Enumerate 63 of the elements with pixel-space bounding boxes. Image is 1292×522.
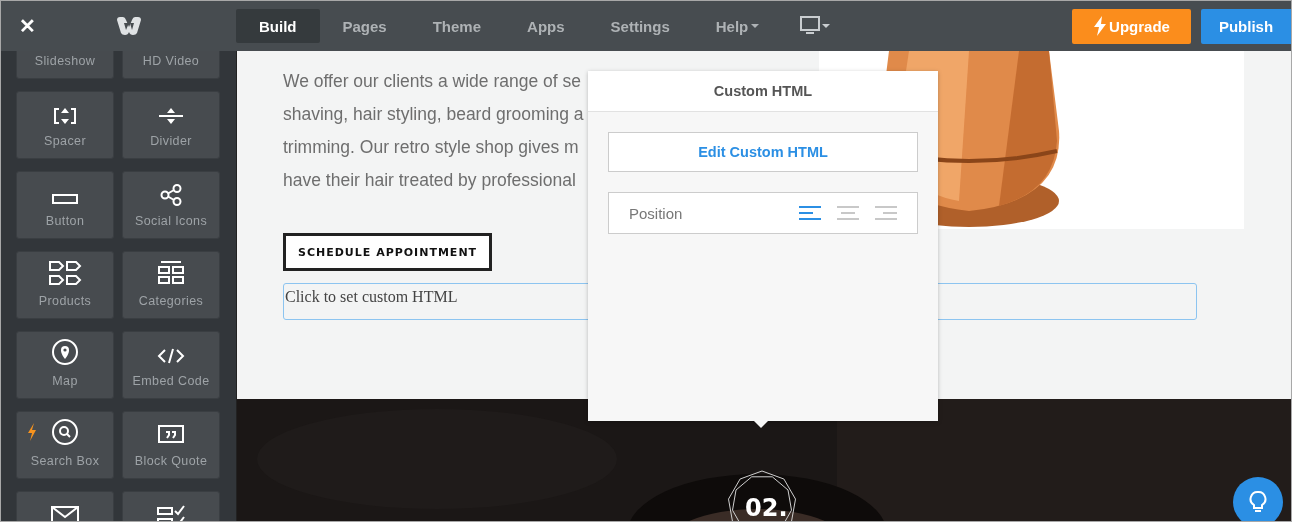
close-button[interactable]: ✕ [1, 13, 59, 39]
widget-label: Divider [150, 134, 192, 148]
edit-custom-html-button[interactable]: Edit Custom HTML [608, 132, 918, 172]
nav-tab[interactable]: Apps [504, 9, 588, 43]
star-outline-icon [725, 469, 799, 521]
align-center-icon [837, 205, 859, 221]
code-icon [157, 346, 185, 366]
widget-label: Slideshow [34, 54, 96, 68]
align-left-icon [799, 205, 821, 221]
lightbulb-icon [1249, 490, 1267, 514]
widget-label: Button [45, 214, 85, 228]
widget-label: Products [38, 294, 92, 308]
paragraph-line: trimming. Our retro style shop gives m [283, 136, 579, 159]
widget-tile[interactable]: HD Video [122, 51, 220, 79]
widget-label: Social Icons [134, 214, 208, 228]
device-preview-button[interactable] [800, 16, 831, 36]
nav-tab[interactable]: Theme [409, 9, 505, 43]
popup-title: Custom HTML [588, 71, 938, 112]
lightning-icon [27, 423, 37, 441]
widget-tile[interactable]: Button [16, 171, 114, 239]
monitor-icon [800, 16, 831, 36]
paragraph-line: have their hair treated by professional [283, 169, 576, 192]
upgrade-button[interactable]: Upgrade [1072, 8, 1191, 44]
widget-tile[interactable]: Spacer [16, 91, 114, 159]
button-icon [51, 192, 79, 206]
widget-tile[interactable]: Slideshow [16, 51, 114, 79]
widget-label: Spacer [44, 134, 86, 148]
nav-tab[interactable]: Help [692, 9, 783, 43]
widget-label: Search Box [30, 454, 100, 468]
widget-tile[interactable]: Divider [122, 91, 220, 159]
logo-icon[interactable] [115, 15, 143, 37]
spacer-icon [52, 106, 78, 126]
widget-label: HD Video [142, 54, 200, 68]
quote-icon [157, 424, 185, 446]
widget-label: Embed Code [132, 374, 210, 388]
paragraph-line: shaving, hair styling, beard grooming a [283, 103, 584, 126]
schedule-appointment-button[interactable]: SCHEDULE APPOINTMENT [283, 233, 493, 271]
position-label: Position [629, 204, 684, 222]
lightning-icon [1093, 16, 1108, 36]
widget-tile[interactable]: Map [16, 331, 114, 399]
align-right-icon [875, 205, 897, 221]
search-icon [51, 418, 79, 446]
widget-label: Map [52, 374, 78, 388]
nav-tab[interactable]: Settings [587, 9, 693, 43]
widget-label: Categories [138, 294, 204, 308]
tags-icon [48, 260, 82, 286]
widget-tile[interactable]: Block Quote [122, 411, 220, 479]
map-pin-icon [51, 338, 79, 366]
nav-tab[interactable]: Pages [319, 9, 410, 43]
widget-tile[interactable]: Products [16, 251, 114, 319]
publish-button[interactable]: Publish [1201, 8, 1291, 44]
nav-tab[interactable]: Build [236, 9, 320, 43]
paragraph-line: We offer our clients a wide range of se [283, 70, 581, 93]
widget-tile[interactable]: Social Icons [122, 171, 220, 239]
categories-icon [157, 260, 185, 286]
widget-tile[interactable]: Search Box [16, 411, 114, 479]
divider-icon [157, 106, 185, 126]
widget-label: Block Quote [134, 454, 208, 468]
step-number: 02. [745, 494, 788, 521]
widget-tile[interactable]: Categories [122, 251, 220, 319]
widget-tile[interactable]: Embed Code [122, 331, 220, 399]
share-icon [160, 184, 182, 206]
align-left-button[interactable] [799, 205, 821, 221]
